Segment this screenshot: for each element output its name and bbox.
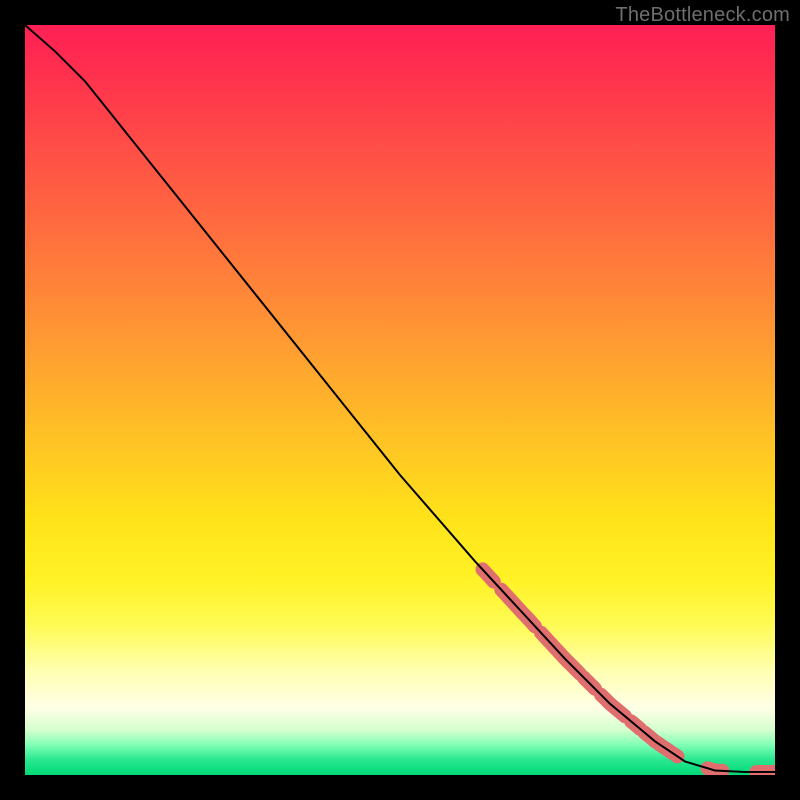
watermark-text: TheBottleneck.com <box>615 4 790 27</box>
plot-area <box>25 25 775 775</box>
bottleneck-curve <box>25 25 775 772</box>
chart-overlay-svg <box>25 25 775 775</box>
marker-group <box>483 569 776 772</box>
chart-frame: TheBottleneck.com <box>0 0 800 800</box>
